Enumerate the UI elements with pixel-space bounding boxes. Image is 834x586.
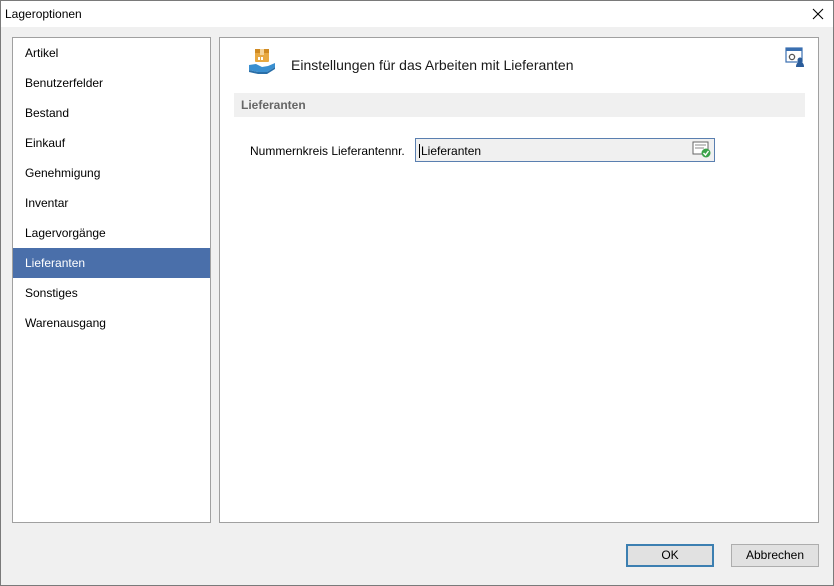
settings-user-icon[interactable] xyxy=(785,47,805,67)
nav-item-label: Sonstiges xyxy=(25,286,78,300)
nav-item-benutzerfelder[interactable]: Benutzerfelder xyxy=(13,68,210,98)
nav-item-lieferanten[interactable]: Lieferanten xyxy=(13,248,210,278)
nav-item-label: Inventar xyxy=(25,196,69,210)
nav-item-label: Einkauf xyxy=(25,136,66,150)
cancel-button[interactable]: Abbrechen xyxy=(731,544,819,567)
number-range-value: Lieferanten xyxy=(419,144,482,158)
nav-item-lagervorgaenge[interactable]: Lagervorgänge xyxy=(13,218,210,248)
title-bar[interactable]: Lageroptionen xyxy=(1,1,833,27)
nav-item-label: Artikel xyxy=(25,46,59,60)
nav-item-sonstiges[interactable]: Sonstiges xyxy=(13,278,210,308)
nav-item-label: Warenausgang xyxy=(25,316,106,330)
nav-item-inventar[interactable]: Inventar xyxy=(13,188,210,218)
nav-item-label: Bestand xyxy=(25,106,70,120)
number-range-picker-icon[interactable] xyxy=(692,141,712,159)
options-dialog: Lageroptionen Artikel Benutzerfelder Bes… xyxy=(0,0,834,586)
settings-panel: Einstellungen für das Arbeiten mit Liefe… xyxy=(219,37,819,523)
nav-item-label: Lieferanten xyxy=(25,256,86,270)
close-button[interactable] xyxy=(803,1,833,27)
window-title: Lageroptionen xyxy=(5,7,82,21)
nav-item-einkauf[interactable]: Einkauf xyxy=(13,128,210,158)
close-icon xyxy=(812,8,824,20)
nav-item-artikel[interactable]: Artikel xyxy=(13,38,210,68)
nav-item-genehmigung[interactable]: Genehmigung xyxy=(13,158,210,188)
section-title: Lieferanten xyxy=(241,98,306,112)
nav-item-warenausgang[interactable]: Warenausgang xyxy=(13,308,210,338)
number-range-input[interactable]: Lieferanten xyxy=(415,138,715,162)
package-hand-icon xyxy=(249,49,275,74)
page-title: Einstellungen für das Arbeiten mit Liefe… xyxy=(291,57,574,73)
nav-item-label: Lagervorgänge xyxy=(25,226,106,240)
nav-item-label: Genehmigung xyxy=(25,166,101,180)
category-list: Artikel Benutzerfelder Bestand Einkauf G… xyxy=(12,37,211,523)
nav-item-bestand[interactable]: Bestand xyxy=(13,98,210,128)
ok-button[interactable]: OK xyxy=(626,544,714,567)
section-header: Lieferanten xyxy=(234,93,805,117)
nav-item-label: Benutzerfelder xyxy=(25,76,104,90)
number-range-label: Nummernkreis Lieferantennr. xyxy=(250,144,405,158)
